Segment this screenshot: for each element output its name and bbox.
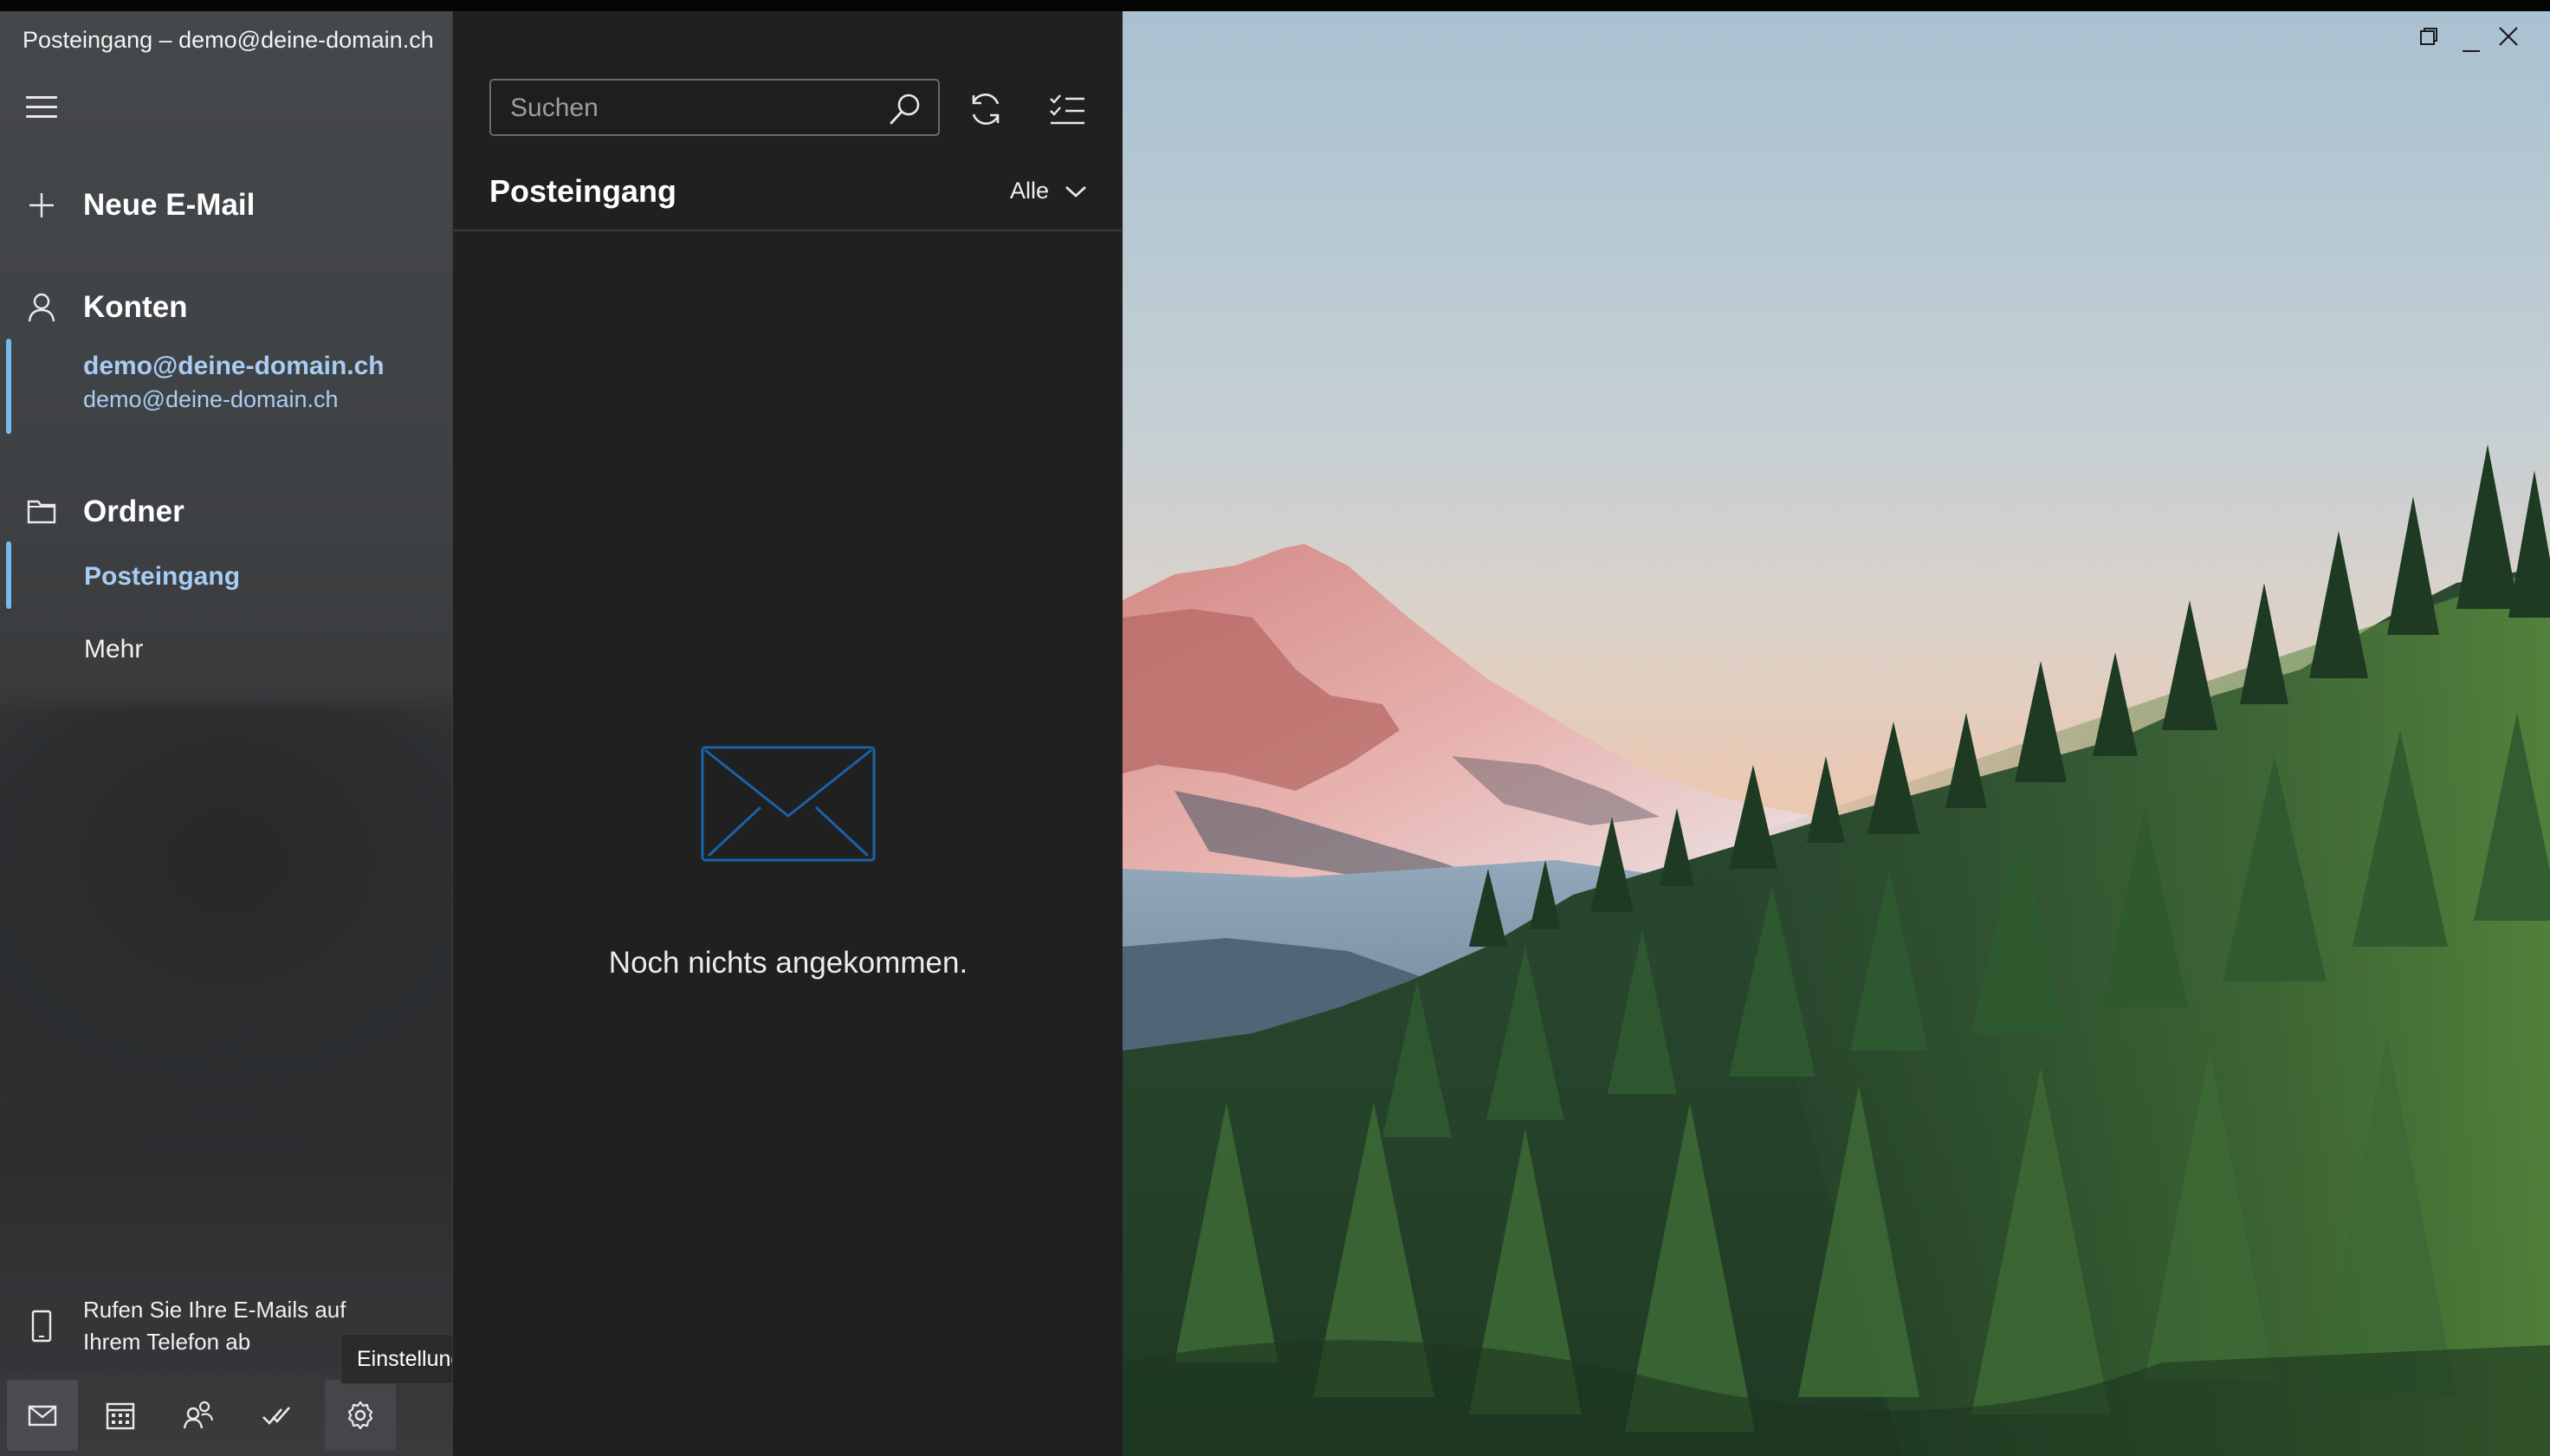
- app-switcher-bar: [0, 1374, 452, 1456]
- folder-selection-indicator: [6, 541, 11, 609]
- sync-icon: [972, 94, 1000, 125]
- new-mail-button[interactable]: Neue E-Mail: [0, 181, 255, 230]
- phone-promo-text: Rufen Sie Ihre E-Mails auf Ihrem Telefon…: [83, 1297, 346, 1355]
- todo-button[interactable]: [241, 1380, 312, 1451]
- hamburger-menu-button[interactable]: [26, 96, 57, 120]
- people-button[interactable]: [163, 1380, 234, 1451]
- settings-icon: [347, 1401, 373, 1429]
- window-top-border: [0, 0, 2550, 11]
- chevron-down-icon: [1065, 185, 1086, 197]
- window-title: Posteingang – demo@deine-domain.ch: [23, 27, 434, 53]
- search-input[interactable]: [508, 87, 867, 129]
- mail-icon: [28, 1405, 57, 1426]
- account-selection-indicator: [6, 339, 11, 434]
- account-item[interactable]: demo@deine-domain.ch demo@deine-domain.c…: [83, 352, 385, 413]
- message-list-pane: Posteingang Alle Noch nichts angekommen.: [452, 11, 1123, 1456]
- list-divider: [453, 230, 1123, 231]
- filter-label: Alle: [1010, 178, 1050, 204]
- filter-dropdown[interactable]: Alle: [1010, 178, 1087, 204]
- empty-envelope-icon: [701, 746, 876, 862]
- todo-icon: [262, 1406, 290, 1425]
- settings-button[interactable]: [325, 1379, 396, 1451]
- list-heading: Posteingang: [489, 173, 677, 209]
- sync-button[interactable]: [964, 87, 1007, 131]
- folder-more[interactable]: Mehr: [84, 635, 143, 664]
- close-button[interactable]: [2469, 12, 2548, 61]
- folder-icon: [0, 500, 83, 524]
- person-icon: [0, 293, 83, 322]
- checklist-icon: [1050, 94, 1084, 125]
- calendar-button[interactable]: [85, 1380, 156, 1451]
- search-icon[interactable]: [888, 92, 922, 126]
- people-icon: [183, 1401, 214, 1428]
- folder-inbox[interactable]: Posteingang: [84, 562, 240, 592]
- new-mail-label: Neue E-Mail: [83, 188, 256, 222]
- mail-button[interactable]: [7, 1379, 78, 1451]
- selection-mode-button[interactable]: [1045, 87, 1089, 131]
- phone-icon: [0, 1310, 83, 1343]
- account-email: demo@deine-domain.ch: [83, 386, 339, 412]
- accounts-header[interactable]: Konten: [0, 283, 188, 332]
- search-box[interactable]: [489, 79, 940, 136]
- landscape-image: [1123, 11, 2550, 1456]
- folders-header[interactable]: Ordner: [0, 488, 184, 536]
- plus-icon: [0, 191, 83, 219]
- folders-label: Ordner: [83, 495, 184, 528]
- accounts-label: Konten: [83, 290, 188, 324]
- navigation-pane: Posteingang – demo@deine-domain.ch Neue …: [0, 11, 452, 1456]
- maximize-button[interactable]: [2389, 12, 2469, 61]
- calendar-icon: [106, 1402, 135, 1429]
- reading-pane-background: [1123, 11, 2550, 1456]
- account-name: demo@deine-domain.ch: [83, 352, 385, 380]
- empty-state-message: Noch nichts angekommen.: [608, 946, 968, 980]
- nav-background-mountain: [0, 704, 452, 1155]
- close-icon: [2499, 27, 2518, 46]
- restore-icon: [2420, 28, 2437, 45]
